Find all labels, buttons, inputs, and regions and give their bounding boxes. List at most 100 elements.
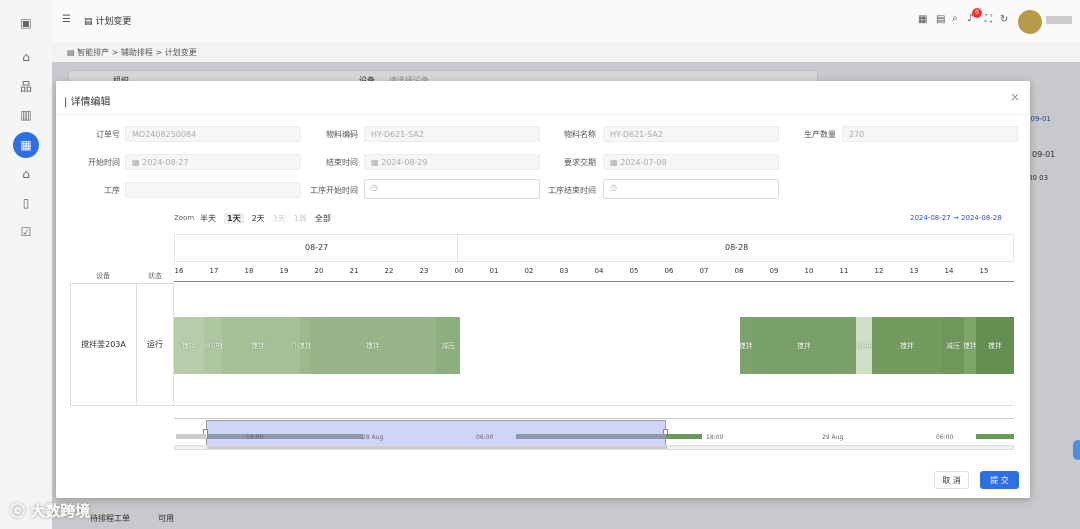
- scrollbar-track[interactable]: [174, 445, 1014, 450]
- zoom-3-day[interactable]: 3天: [273, 213, 286, 224]
- zoom-options: 半天 1天 2天 3天 1周 全部: [200, 213, 331, 224]
- start-field[interactable]: ▦ 2024-08-27: [125, 154, 301, 170]
- device-cell: 搅拌釜203A: [70, 283, 137, 406]
- modal-title: | 详情编辑: [64, 97, 111, 108]
- qty-field[interactable]: 270: [842, 126, 1018, 142]
- navigator-mini-bar: [666, 434, 702, 439]
- navigator-label: 18:00: [706, 434, 724, 441]
- tab-title: 计划变更: [95, 17, 132, 27]
- hour-label: 01: [489, 267, 499, 275]
- logo-icon: ▣: [20, 16, 32, 30]
- cancel-button[interactable]: 取 消: [934, 471, 969, 489]
- sidebar: ▣ ⌂ 品 ▥ ▦ ⌂ ▯ ☑: [0, 0, 52, 529]
- hour-label: 09: [769, 267, 779, 275]
- range-to[interactable]: 2024-08-28: [961, 214, 1002, 222]
- warehouse-icon[interactable]: ⌂: [13, 161, 39, 187]
- refresh-icon[interactable]: ↻: [1000, 14, 1008, 25]
- zoom-1-week[interactable]: 1周: [294, 213, 307, 224]
- hour-label: 20: [314, 267, 324, 275]
- task-bar[interactable]: 搅拌: [740, 317, 752, 374]
- status-cell: 运行: [137, 283, 174, 406]
- task-bar[interactable]: 三阶进料: [856, 317, 872, 374]
- submit-button[interactable]: 提 交: [980, 471, 1019, 489]
- order-no-field[interactable]: MO2408250084: [125, 126, 301, 142]
- avatar[interactable]: [1018, 10, 1042, 34]
- task-bar[interactable]: 搅拌: [300, 317, 310, 374]
- navigator-label: 28 Aug: [362, 434, 384, 441]
- watermark: ⓒ 大数跨境: [10, 502, 91, 520]
- task-bar[interactable]: 搅拌: [174, 317, 204, 374]
- search-icon[interactable]: ⌕: [952, 13, 958, 24]
- org-icon[interactable]: 品: [13, 73, 39, 99]
- clock-icon: ◷: [610, 183, 617, 192]
- range-from[interactable]: 2024-08-27: [910, 214, 951, 222]
- task-bar[interactable]: 一阶进料: [204, 317, 222, 374]
- task-bar[interactable]: 搅拌: [222, 317, 294, 374]
- hour-label: 15: [979, 267, 989, 275]
- navigator-label: 29 Aug: [822, 434, 844, 441]
- due-field[interactable]: ▦ 2024-07-08: [603, 154, 779, 170]
- order-no-label: 订单号: [96, 130, 120, 139]
- date-range: 2024-08-27 → 2024-08-28: [910, 214, 1002, 222]
- task-bar[interactable]: 搅拌: [976, 317, 1014, 374]
- navigator-mini-bar: [516, 434, 666, 439]
- crumb-assist[interactable]: 辅助排程: [121, 48, 153, 57]
- task-bar[interactable]: 减压: [942, 317, 964, 374]
- hour-label: 19: [279, 267, 289, 275]
- scrollbar-thumb[interactable]: [207, 446, 667, 449]
- task-bar[interactable]: 搅拌: [964, 317, 976, 374]
- collapse-menu-icon[interactable]: ☰: [62, 14, 71, 25]
- username-blur: [1046, 16, 1072, 24]
- doc-icon[interactable]: ▤: [936, 14, 945, 25]
- fullscreen-icon[interactable]: ⛶: [985, 14, 992, 25]
- zoom-2-day[interactable]: 2天: [252, 213, 265, 224]
- process-label: 工序: [104, 186, 120, 195]
- crumb-smart-schedule[interactable]: 智能排产: [77, 48, 109, 57]
- col-status: 状态: [148, 272, 162, 280]
- material-code-field[interactable]: HY-D621-SA2: [364, 126, 540, 142]
- hour-label: 17: [209, 267, 219, 275]
- calendar-small-icon: ▦: [610, 158, 618, 167]
- material-name-label: 物料名称: [564, 130, 596, 139]
- notification-badge: 0: [972, 8, 982, 18]
- hour-label: 22: [384, 267, 394, 275]
- task-bar[interactable]: 搅拌: [310, 317, 436, 374]
- end-field[interactable]: ▦ 2024-08-29: [364, 154, 540, 170]
- hour-label: 23: [419, 267, 429, 275]
- navigator-mini-bar: [176, 434, 206, 439]
- watermark-text: 大数跨境: [30, 502, 91, 520]
- date-label-0828: 08-28: [725, 243, 749, 252]
- task-bar[interactable]: 搅拌: [872, 317, 942, 374]
- checklist-icon[interactable]: ☑: [13, 219, 39, 245]
- tab-plan-change[interactable]: ▤ 计划变更: [84, 14, 131, 27]
- start-value: 2024-08-27: [142, 158, 189, 167]
- grid-icon[interactable]: ▦: [918, 14, 927, 25]
- top-bar: ☰ ▤ 计划变更 ▦ ▤ ⌕ ♪ 0 ⛶ ↻: [52, 0, 1080, 42]
- navigator-mini-bar: [976, 434, 1014, 439]
- side-float-button[interactable]: [1073, 440, 1080, 460]
- task-bar[interactable]: 搅拌: [752, 317, 856, 374]
- proc-start-field[interactable]: ◷: [364, 179, 540, 199]
- material-code-label: 物料编码: [326, 130, 358, 139]
- detail-edit-modal: | 详情编辑 × 订单号 MO2408250084 物料编码 HY-D621-S…: [56, 81, 1030, 498]
- due-label: 要求交期: [564, 158, 596, 167]
- end-label: 结束时间: [326, 158, 358, 167]
- proc-end-field[interactable]: ◷: [603, 179, 779, 199]
- zoom-1-day[interactable]: 1天: [224, 213, 244, 224]
- box-icon[interactable]: ▯: [13, 190, 39, 216]
- task-bar[interactable]: 减压: [436, 317, 460, 374]
- material-name-field[interactable]: HY-D621-SA2: [603, 126, 779, 142]
- clock-icon: ◷: [371, 183, 378, 192]
- calendar-icon[interactable]: ▦: [13, 132, 39, 158]
- factory-icon[interactable]: ▥: [13, 102, 39, 128]
- hour-label: 04: [594, 267, 604, 275]
- process-field[interactable]: [125, 182, 301, 198]
- zoom-half-day[interactable]: 半天: [200, 213, 216, 224]
- navigator-top-line: [174, 418, 1014, 419]
- col-device: 设备: [96, 272, 110, 280]
- hour-label: 14: [944, 267, 954, 275]
- home-icon[interactable]: ⌂: [13, 44, 39, 70]
- close-icon[interactable]: ×: [1010, 90, 1020, 104]
- zoom-all[interactable]: 全部: [315, 213, 331, 224]
- hour-label: 18: [244, 267, 254, 275]
